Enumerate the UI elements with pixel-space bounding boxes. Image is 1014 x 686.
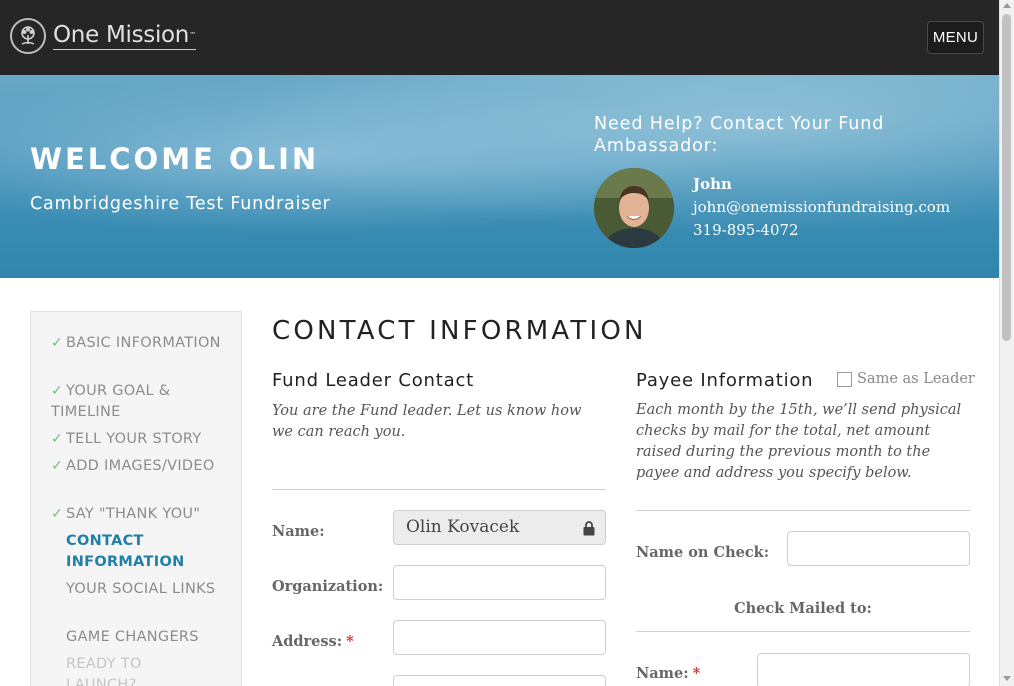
leader-name-field[interactable]: Olin Kovacek <box>393 510 606 545</box>
sidebar-item-goal-timeline[interactable]: ✓ YOUR GOAL & TIMELINE <box>51 381 226 423</box>
menu-button[interactable]: MENU <box>927 21 984 54</box>
sidebar-item-game-changers[interactable]: GAME CHANGERS <box>66 627 216 648</box>
tree-logo-icon <box>10 18 46 54</box>
scrollbar-thumb[interactable] <box>1002 14 1011 341</box>
same-as-leader-checkbox[interactable] <box>837 371 852 387</box>
brand-name: One Mission™ <box>53 22 196 50</box>
divider <box>636 510 970 511</box>
address-line-2-input[interactable] <box>393 675 606 686</box>
welcome-heading: WELCOME OLIN <box>30 142 320 176</box>
sidebar-item-basic-information[interactable]: ✓ BASIC INFORMATION <box>51 333 226 354</box>
fundraiser-name: Cambridgeshire Test Fundraiser <box>30 194 331 214</box>
check-icon: ✓ <box>51 431 64 447</box>
organization-label: Organization: <box>272 578 384 595</box>
sidebar-item-ready-to-launch: READY TO LAUNCH? <box>66 656 142 686</box>
divider <box>272 489 606 490</box>
sidebar-item-social-links[interactable]: YOUR SOCIAL LINKS <box>66 579 216 600</box>
leader-description: You are the Fund leader. Let us know how… <box>272 403 582 440</box>
page: One Mission™ MENU WELCOME OLIN Cambridge… <box>0 0 999 686</box>
payee-name-input[interactable] <box>757 653 970 686</box>
ambassador-email-link[interactable]: john@onemissionfundraising.com <box>693 198 950 216</box>
name-on-check-label: Name on Check: <box>636 544 770 561</box>
ambassador-avatar <box>594 168 674 248</box>
leader-name-label: Name: <box>272 523 325 540</box>
check-icon: ✓ <box>51 506 64 522</box>
payee-description: Each month by the 15th, we’ll send physi… <box>636 402 962 481</box>
divider <box>636 631 970 632</box>
ambassador-name: John <box>693 175 732 193</box>
same-as-leader-label: Same as Leader <box>857 371 975 387</box>
check-icon: ✓ <box>51 383 64 399</box>
steps-sidebar: ✓ BASIC INFORMATION ✓ YOUR GOAL & TIMELINE… <box>30 311 242 686</box>
check-icon: ✓ <box>51 335 64 351</box>
check-mailed-heading: Check Mailed to: <box>734 600 872 617</box>
payee-section-title: Payee Information <box>636 370 814 391</box>
scroll-down-arrow-icon[interactable] <box>1003 676 1011 681</box>
lock-icon <box>583 521 595 540</box>
required-asterisk: * <box>692 665 701 682</box>
sidebar-item-contact-information[interactable]: CONTACT INFORMATION <box>66 531 216 573</box>
sidebar-item-tell-your-story[interactable]: ✓ TELL YOUR STORY <box>51 429 226 450</box>
same-as-leader-option[interactable]: Same as Leader <box>837 371 975 387</box>
address-input[interactable] <box>393 620 606 655</box>
page-title: CONTACT INFORMATION <box>272 316 647 346</box>
check-icon: ✓ <box>51 458 64 474</box>
leader-section-title: Fund Leader Contact <box>272 370 475 391</box>
vertical-scrollbar[interactable] <box>999 0 1014 686</box>
payee-name-label: Name: * <box>636 665 701 682</box>
brand-logo[interactable]: One Mission™ <box>10 18 196 54</box>
sidebar-item-say-thank-you[interactable]: ✓ SAY "THANK YOU" <box>51 504 226 525</box>
sidebar-item-add-images-video[interactable]: ✓ ADD IMAGES/VIDEO <box>51 456 226 477</box>
top-navbar: One Mission™ MENU <box>0 0 999 75</box>
help-heading: Need Help? Contact Your Fund Ambassador: <box>594 114 885 156</box>
required-asterisk: * <box>346 633 354 650</box>
scroll-up-arrow-icon[interactable] <box>1003 3 1011 8</box>
ambassador-phone-link[interactable]: 319-895-4072 <box>693 221 799 239</box>
welcome-banner: WELCOME OLIN Cambridgeshire Test Fundrai… <box>0 75 999 278</box>
name-on-check-input[interactable] <box>787 531 970 566</box>
address-label: Address: * <box>272 633 354 650</box>
organization-input[interactable] <box>393 565 606 600</box>
